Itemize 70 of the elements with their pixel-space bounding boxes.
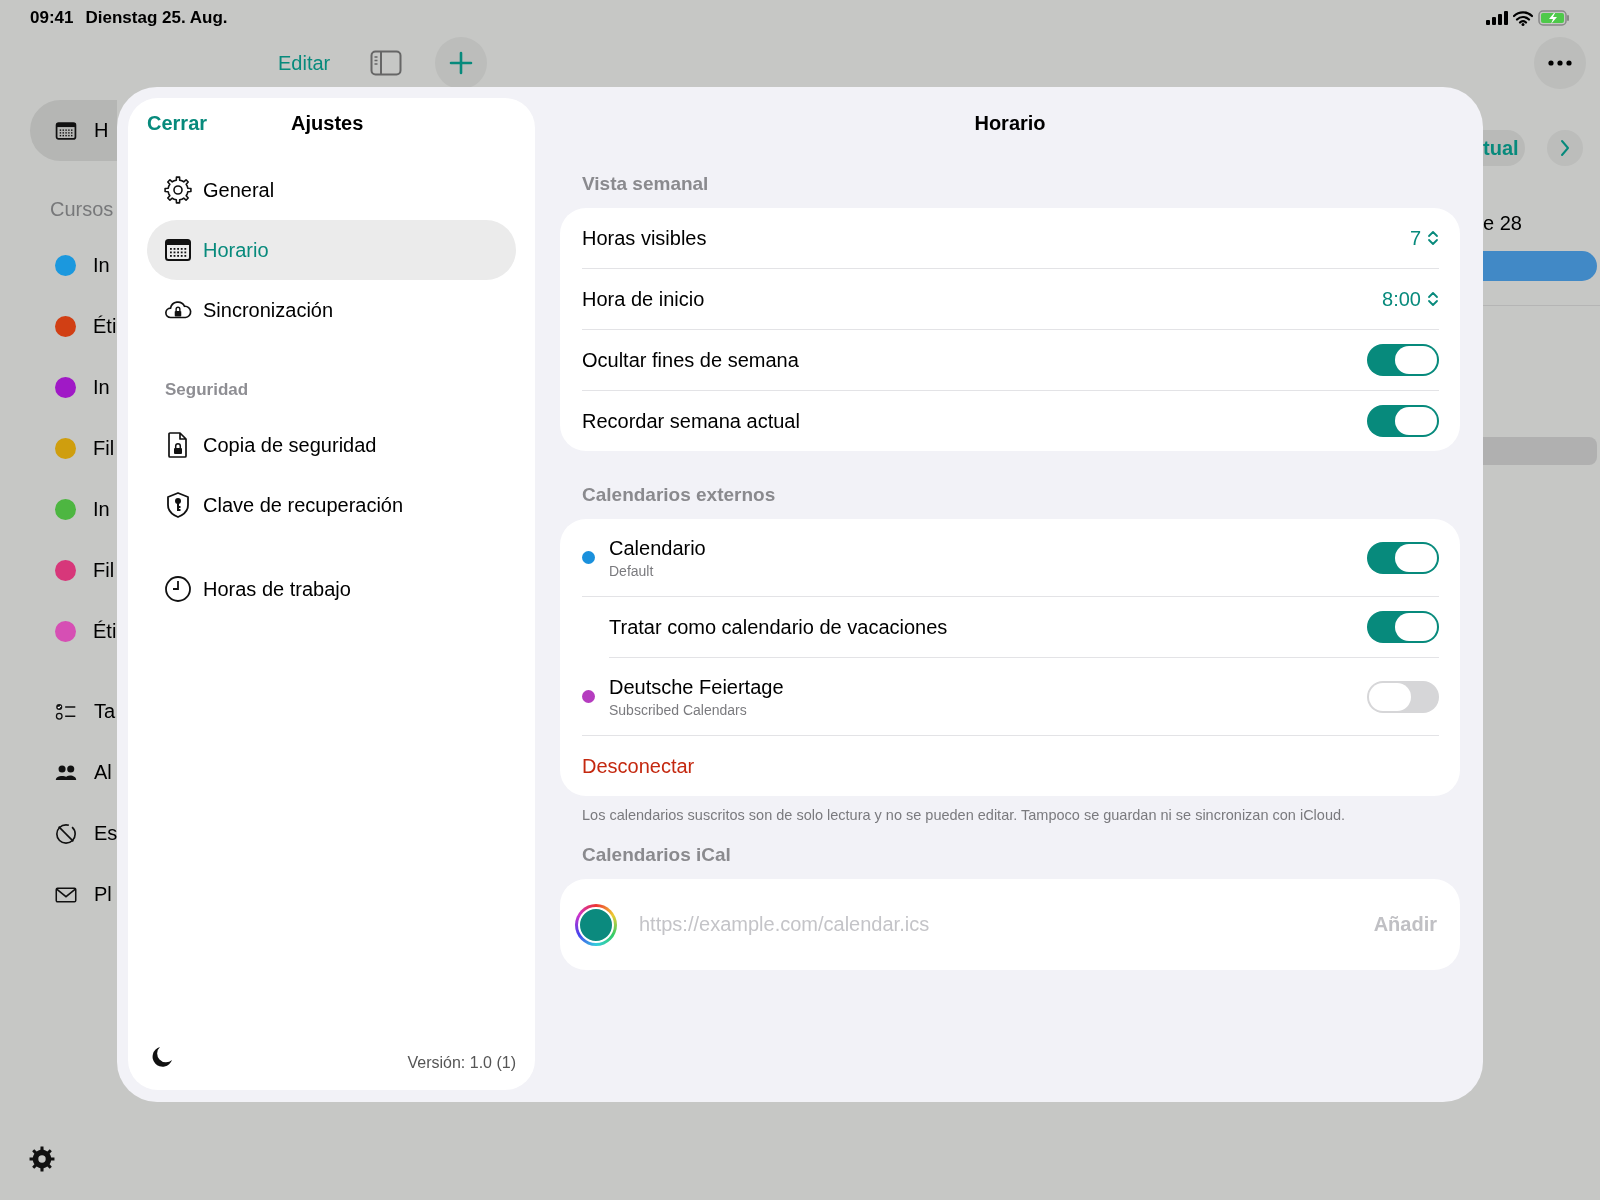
more-button[interactable] — [1534, 37, 1586, 89]
setting-label: Hora de inicio — [582, 287, 705, 311]
wifi-icon — [1513, 10, 1533, 26]
close-button[interactable]: Cerrar — [147, 111, 208, 135]
sidebar-label[interactable]: Ta — [94, 700, 116, 723]
calendar-icon — [164, 236, 192, 264]
sidebar-item[interactable]: H — [30, 100, 117, 161]
sidebar-label[interactable]: Es — [94, 822, 118, 845]
toggle-switch[interactable] — [1367, 541, 1439, 574]
disconnect-link[interactable]: Desconectar — [582, 754, 695, 778]
sidebar-item[interactable]: Copia de seguridad — [147, 415, 516, 475]
sidebar-item[interactable]: Horario — [147, 220, 516, 280]
section-header: Seguridad — [164, 379, 250, 401]
setting-label: Recordar semana actual — [582, 409, 800, 433]
sidebar-label[interactable]: Al — [94, 761, 112, 784]
settings-icon — [164, 176, 192, 204]
course-label[interactable]: In — [93, 254, 110, 277]
battery-icon — [1538, 10, 1570, 26]
settings-icon[interactable] — [29, 1146, 55, 1172]
stepper-value[interactable]: 8:00 — [1382, 287, 1421, 311]
section-header: Calendarios externos — [582, 483, 776, 507]
next-button[interactable] — [1546, 130, 1583, 166]
course-label[interactable]: In — [93, 376, 110, 399]
toggle-switch[interactable] — [1367, 611, 1439, 643]
calendar-source: Default — [609, 562, 655, 579]
sidebar-toggle-icon[interactable] — [370, 50, 403, 76]
course-label[interactable]: Éti — [93, 620, 117, 643]
more-icon — [1548, 60, 1572, 66]
sidebar-item[interactable]: General — [147, 160, 516, 220]
blocked-icon — [55, 822, 77, 845]
day-label: e 28 — [1483, 212, 1523, 235]
sidebar-label: H — [94, 119, 109, 142]
setting-label: Ocultar fines de semana — [582, 348, 799, 372]
plus-icon — [449, 51, 474, 75]
course-label[interactable]: Fil — [93, 437, 115, 460]
calendar-name: Calendario — [609, 536, 706, 560]
signal-icon — [1486, 11, 1508, 25]
setting-label: Horas visibles — [582, 226, 707, 250]
moon-icon[interactable] — [151, 1046, 173, 1068]
course-label[interactable]: In — [93, 498, 110, 521]
status-date: Dienstag 25. Aug. — [85, 8, 228, 28]
calendar-icon — [55, 119, 77, 142]
course-label[interactable]: Fil — [93, 559, 115, 582]
shield-key-icon — [164, 491, 192, 519]
calendar-source: Subscribed Calendars — [609, 701, 748, 718]
section-header: Vista semanal — [582, 172, 709, 196]
footnote: Los calendarios suscritos son de solo lectura y no se pueden editar. Tampoco se guardan ni se sincronizan con iCloud. — [581, 806, 1347, 824]
toggle-switch[interactable] — [1367, 344, 1439, 376]
sidebar-title: Ajustes — [291, 111, 364, 135]
toggle-switch[interactable] — [1367, 405, 1439, 437]
sidebar-item[interactable]: Clave de recuperación — [147, 475, 516, 535]
clock-icon — [164, 575, 192, 603]
sidebar-item[interactable]: Horas de trabajo — [147, 559, 516, 619]
setting-label: Tratar como calendario de vacaciones — [609, 615, 948, 639]
section-header: Cursos — [50, 197, 115, 222]
toggle-switch[interactable] — [1367, 680, 1439, 713]
stepper-value[interactable]: 7 — [1409, 226, 1421, 250]
status-time: 09:41 — [30, 8, 74, 28]
page-title: Horario — [973, 110, 1047, 136]
chevron-up-down-icon[interactable] — [1427, 290, 1439, 308]
color-picker-button[interactable] — [575, 903, 617, 946]
section-header: Calendarios iCal — [582, 843, 731, 867]
chevron-right-icon — [1559, 139, 1570, 157]
sidebar-label[interactable]: Pl — [94, 883, 112, 906]
chevron-up-down-icon[interactable] — [1427, 229, 1439, 247]
sidebar-item[interactable]: Sincronización — [147, 280, 516, 340]
course-label[interactable]: Éti — [93, 315, 117, 338]
calendar-name: Deutsche Feiertage — [609, 675, 784, 699]
version-label: Versión: 1.0 (1) — [407, 1054, 516, 1072]
event-bar[interactable] — [1483, 251, 1597, 281]
